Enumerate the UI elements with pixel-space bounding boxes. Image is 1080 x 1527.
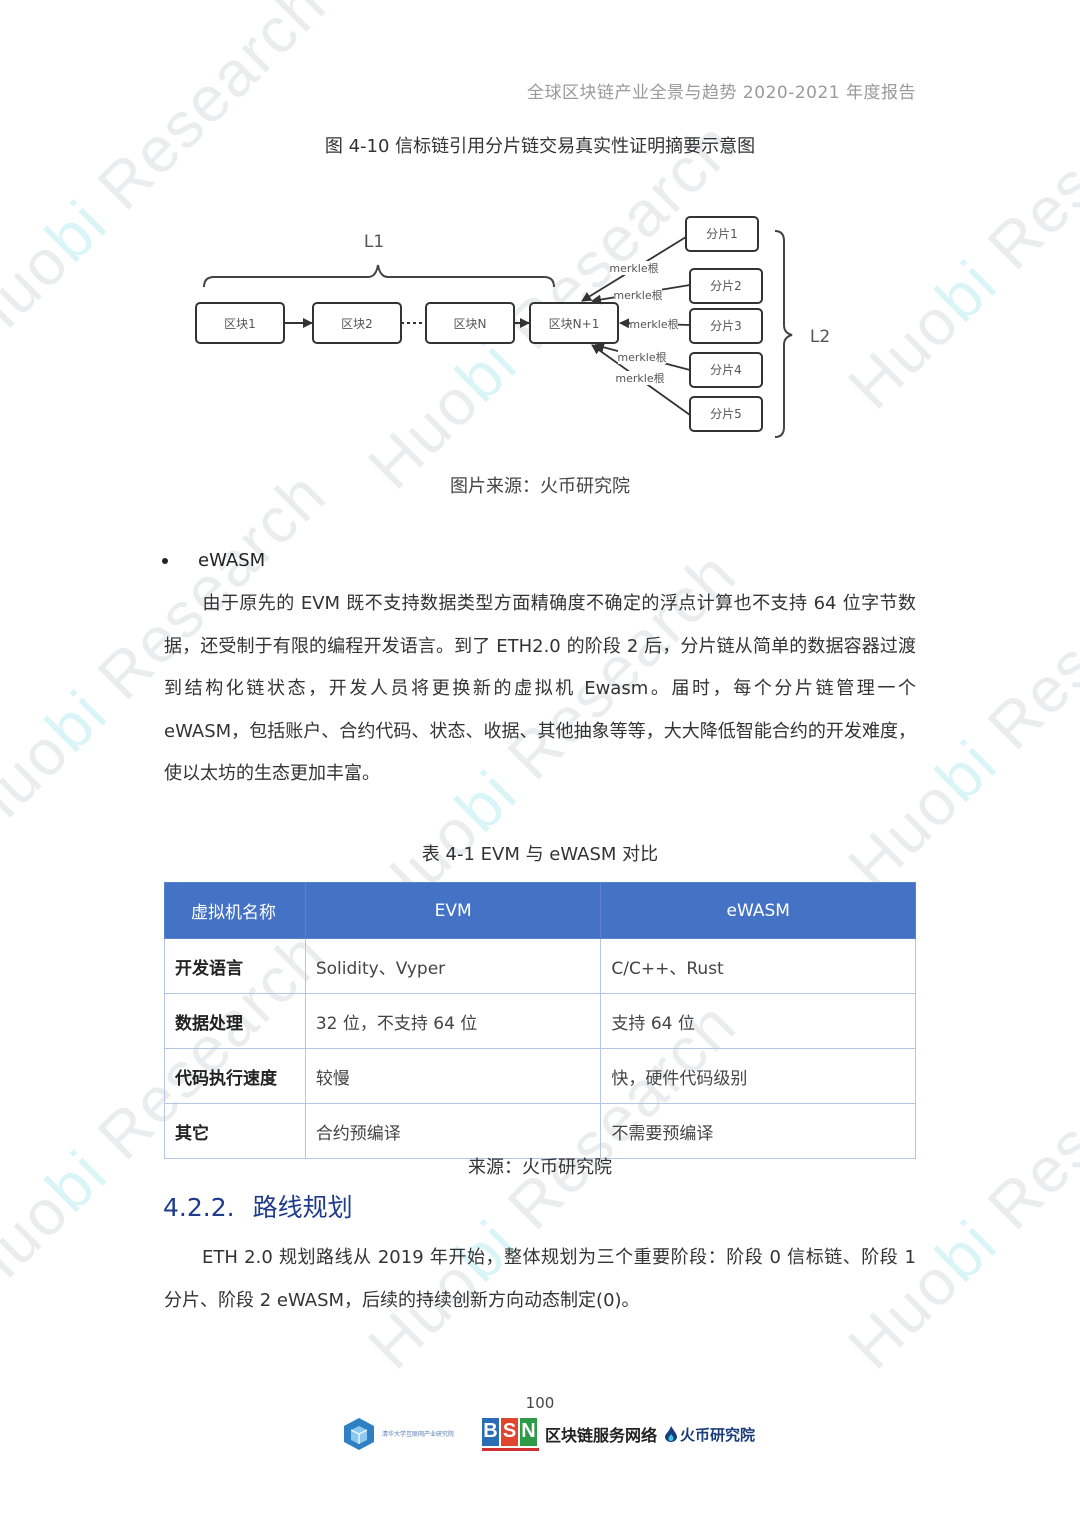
comparison-table: 虚拟机名称 EVM eWASM 开发语言 Solidity、Vyper C/C+…	[164, 882, 916, 1159]
table-header-row: 虚拟机名称 EVM eWASM	[164, 882, 916, 939]
table-header-cell: eWASM	[600, 882, 916, 939]
svg-text:分片5: 分片5	[710, 407, 742, 421]
merkle-label: merkle根	[609, 261, 658, 275]
table-cell: 32 位，不支持 64 位	[304, 993, 602, 1049]
table-cell: 快，硬件代码级别	[600, 1048, 916, 1104]
table-row-header: 代码执行速度	[164, 1048, 306, 1104]
table-row-header: 其它	[164, 1103, 306, 1159]
svg-text:区块2: 区块2	[341, 317, 373, 331]
table-row-header: 数据处理	[164, 993, 306, 1049]
section-title: 路线规划	[252, 1193, 353, 1222]
roadmap-paragraph: ETH 2.0 规划路线从 2019 年开始，整体规划为三个重要阶段：阶段 0 …	[164, 1247, 916, 1311]
bullet-dot-icon	[162, 557, 168, 564]
svg-text:区块N+1: 区块N+1	[549, 317, 600, 331]
footer-logos: 清华大学互联网产业研究院 B S N 区块链服务网络 火币研究院	[342, 1415, 755, 1453]
bsn-logo: B S N	[482, 1417, 539, 1451]
tsinghua-logo-text: 清华大学互联网产业研究院	[382, 1430, 455, 1438]
table-cell: 较慢	[304, 1048, 602, 1104]
table-cell: 不需要预编译	[600, 1103, 916, 1159]
merkle-label: merkle根	[613, 288, 662, 302]
table-header-cell: 虚拟机名称	[164, 882, 306, 939]
merkle-label: merkle根	[615, 371, 664, 385]
shard-node: 分片3	[689, 308, 763, 344]
table-cell: 合约预编译	[304, 1103, 602, 1159]
section-heading: 4.2.2. 路线规划	[163, 1188, 353, 1224]
table-source: 来源：火币研究院	[468, 1157, 612, 1178]
table-header-cell: EVM	[304, 882, 602, 939]
table-cell: C/C++、Rust	[600, 938, 916, 994]
l2-brace	[774, 230, 793, 438]
ewasm-paragraph: 由于原先的 EVM 既不支持数据类型方面精确度不确定的浮点计算也不支持 64 位…	[164, 593, 916, 784]
section-number: 4.2.2.	[163, 1193, 235, 1222]
running-header: 全球区块链产业全景与趋势 2020-2021 年度报告	[527, 83, 916, 103]
bullet-label: eWASM	[198, 550, 266, 571]
table-row: 其它 合约预编译 不需要预编译	[164, 1103, 916, 1159]
huobi-flame-icon	[665, 1426, 678, 1442]
l2-label: L2	[810, 327, 830, 347]
block-node: 区块1	[195, 302, 285, 344]
table-cell: Solidity、Vyper	[304, 938, 602, 994]
figure-caption: 图 4-10 信标链引用分片链交易真实性证明摘要示意图	[324, 136, 756, 157]
table-row: 数据处理 32 位，不支持 64 位 支持 64 位	[164, 993, 916, 1049]
table-row: 开发语言 Solidity、Vyper C/C++、Rust	[164, 938, 916, 994]
svg-text:分片3: 分片3	[710, 319, 742, 333]
block-node: 区块N+1	[529, 302, 619, 344]
sharding-diagram: L1 区块1 区块2 区块N 区块N+1 分片1 分片2 分片3 分片4 分片5…	[180, 205, 900, 455]
block-node: 区块2	[312, 302, 402, 344]
merkle-label: merkle根	[617, 350, 666, 364]
table-caption: 表 4-1 EVM 与 eWASM 对比	[421, 844, 659, 865]
svg-text:分片4: 分片4	[710, 363, 742, 377]
svg-text:分片1: 分片1	[706, 227, 738, 241]
table-row-header: 开发语言	[164, 938, 306, 994]
l1-label: L1	[364, 232, 384, 252]
svg-text:分片2: 分片2	[710, 279, 742, 293]
svg-text:区块1: 区块1	[224, 317, 256, 331]
block-node: 区块N	[425, 302, 515, 344]
shard-node: 分片4	[689, 352, 763, 388]
shard-node: 分片1	[685, 216, 759, 252]
bsn-label: 区块链服务网络	[545, 1426, 658, 1445]
shard-node: 分片5	[689, 396, 763, 432]
bullet-ewasm: eWASM	[162, 550, 265, 571]
huobi-research-label: 火币研究院	[680, 1425, 756, 1444]
page-number: 100	[525, 1394, 555, 1412]
l1-brace	[203, 264, 555, 288]
merkle-label: merkle根	[629, 317, 678, 331]
table-cell: 支持 64 位	[600, 993, 916, 1049]
tsinghua-cube-logo-icon	[344, 1418, 374, 1450]
shard-node: 分片2	[689, 268, 763, 304]
table-row: 代码执行速度 较慢 快，硬件代码级别	[164, 1048, 916, 1104]
figure-source: 图片来源：火币研究院	[450, 476, 630, 497]
svg-text:区块N: 区块N	[454, 317, 487, 331]
